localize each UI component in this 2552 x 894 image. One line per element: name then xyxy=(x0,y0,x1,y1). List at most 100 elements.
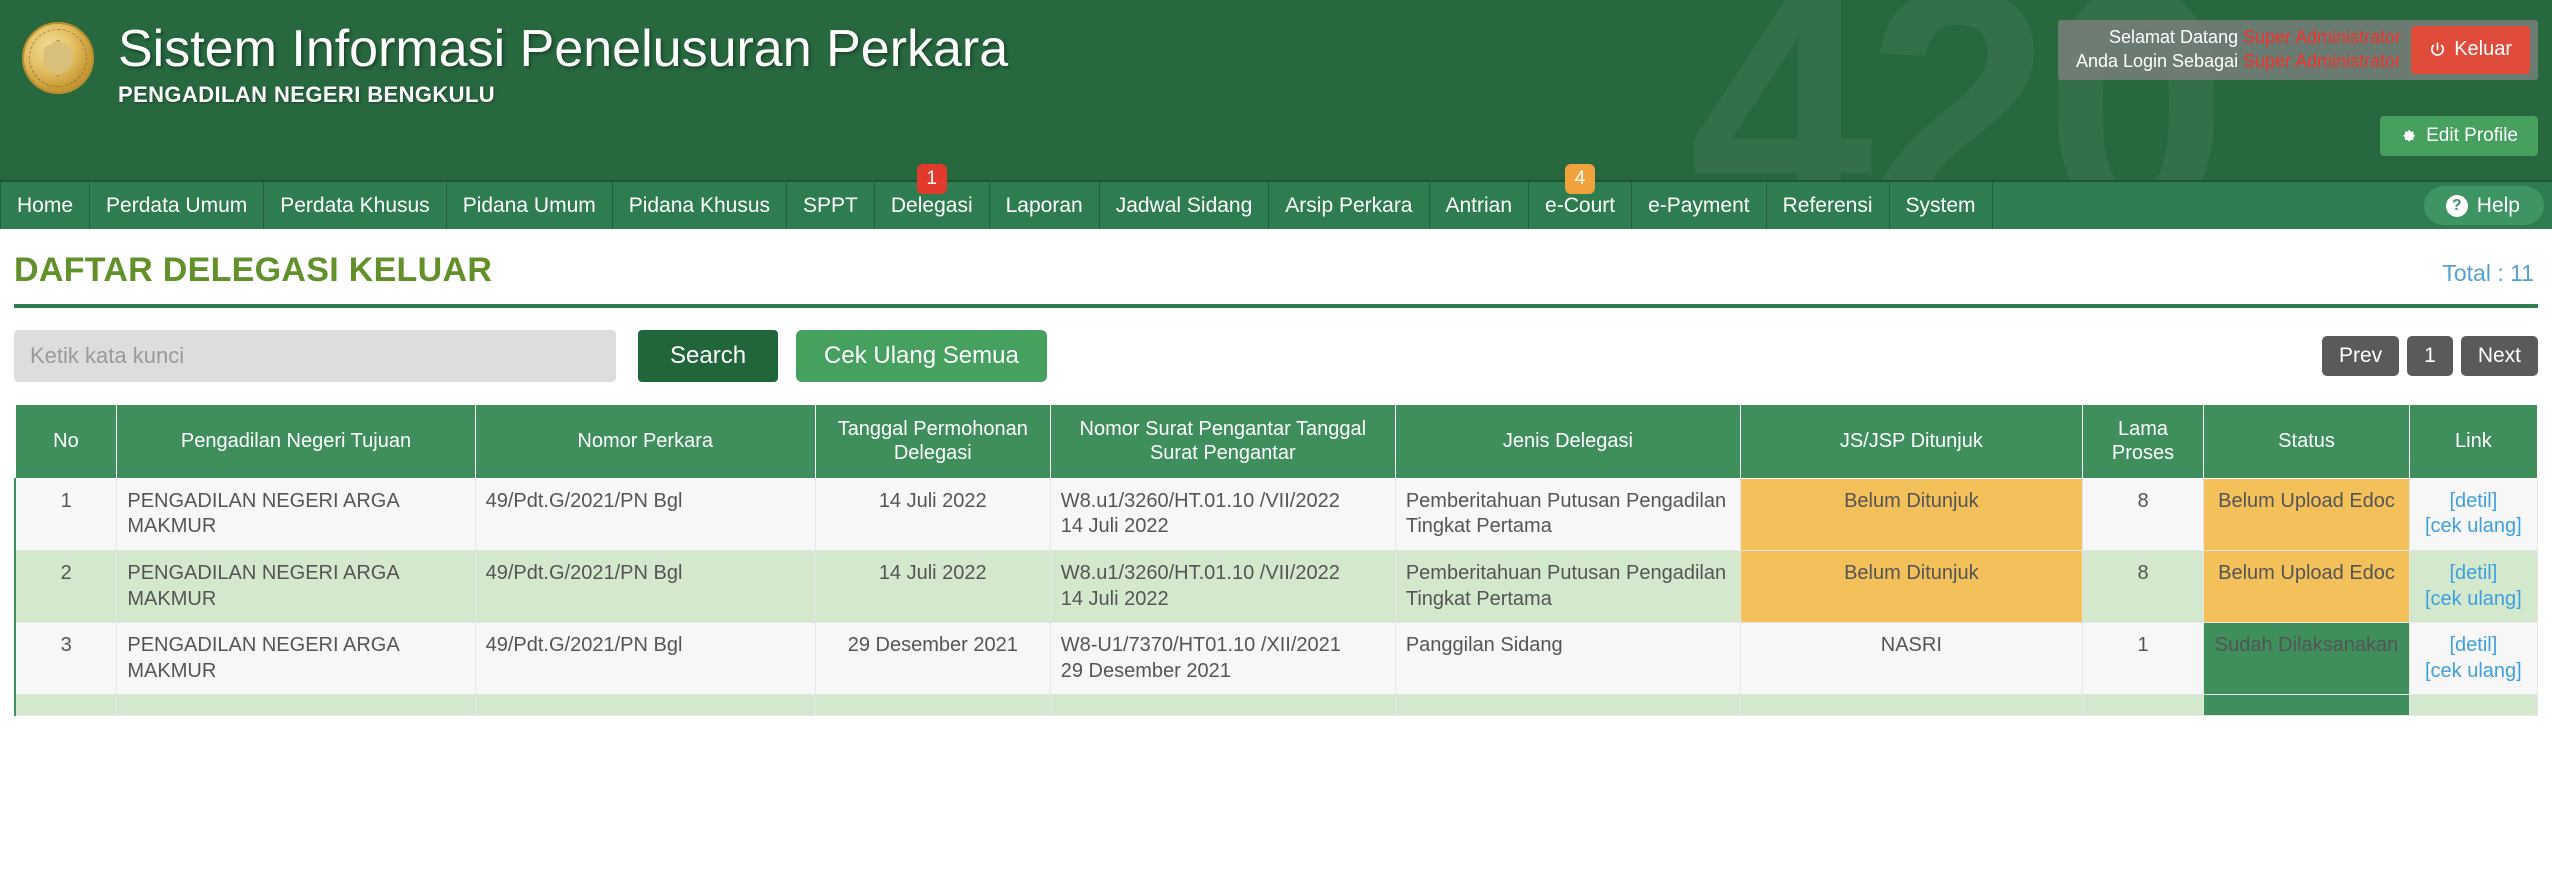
total-count: Total : 11 xyxy=(2442,260,2534,286)
cell-nomor-surat-pengantar: W8-U1/7370/HT01.10 /XII/2021 29 Desember … xyxy=(1049,622,1396,696)
edit-profile-label: Edit Profile xyxy=(2426,125,2518,146)
cell-nomor-perkara: 49/Pdt.G/2021/PN Bgl xyxy=(474,549,816,624)
welcome-username: Super Administrator xyxy=(2243,27,2402,47)
page-title: DAFTAR DELEGASI KELUAR xyxy=(14,251,493,289)
cell-tanggal-permohonan: 14 Juli 2022 xyxy=(814,477,1051,551)
cell-no xyxy=(14,694,118,717)
detil-link[interactable]: [detil] xyxy=(2420,633,2527,659)
nav-item-sppt[interactable]: SPPT xyxy=(787,182,875,229)
nav-item-perdata-umum[interactable]: Perdata Umum xyxy=(90,182,265,229)
table-header-row: No Pengadilan Negeri Tujuan Nomor Perkar… xyxy=(14,404,2539,479)
col-js-jsp-ditunjuk: JS/JSP Ditunjuk xyxy=(1739,404,2083,479)
logout-button[interactable]: Keluar xyxy=(2411,26,2530,74)
nav-item-label: Pidana Umum xyxy=(462,193,596,217)
nav-item-home[interactable]: Home xyxy=(0,182,91,229)
role-username: Super Administrator xyxy=(2243,50,2402,71)
cell-status: Belum Upload Edoc xyxy=(2203,549,2410,624)
col-pengadilan-negeri-tujuan: Pengadilan Negeri Tujuan xyxy=(116,404,476,479)
cek-ulang-link[interactable]: [cek ulang] xyxy=(2420,587,2527,613)
cell-tanggal-permohonan: 29 Desember 2021 xyxy=(814,622,1051,696)
table-row: 3 PENGADILAN NEGERI ARGA MAKMUR 49/Pdt.G/2… xyxy=(14,622,2539,696)
edit-profile-button[interactable]: Edit Profile xyxy=(2380,116,2538,156)
help-button[interactable]: ? Help xyxy=(2423,186,2544,225)
col-jenis-delegasi: Jenis Delegasi xyxy=(1394,404,1741,479)
nomor-surat-line: W8.u1/3260/HT.01.10 /VII/2022 xyxy=(1060,561,1340,584)
nav-item-arsip-perkara[interactable]: Arsip Perkara xyxy=(1269,182,1430,229)
nav-item-label: e-Court xyxy=(1545,193,1616,217)
nav-item-jadwal-sidang[interactable]: Jadwal Sidang xyxy=(1100,182,1270,229)
nav-item-delegasi[interactable]: 1 Delegasi xyxy=(875,164,990,229)
nav-item-laporan[interactable]: Laporan xyxy=(990,182,1100,229)
nav-item-label: Delegasi xyxy=(890,193,973,217)
col-tanggal-permohonan-delegasi: Tanggal Permohonan Delegasi xyxy=(814,404,1051,479)
cek-ulang-link[interactable]: [cek ulang] xyxy=(2420,659,2527,685)
nav-item-label: SPPT xyxy=(803,193,858,217)
nomor-surat-line: W8-U1/7370/HT01.10 /XII/2021 xyxy=(1060,634,1341,657)
detil-link[interactable]: [detil] xyxy=(2420,489,2527,515)
court-seal-logo xyxy=(22,22,94,94)
tanggal-surat-line: 14 Juli 2022 xyxy=(1060,515,1169,538)
cek-ulang-link[interactable]: [cek ulang] xyxy=(2420,514,2527,540)
cell-js-jsp: NASRI xyxy=(1739,622,2083,696)
nav-item-label: Perdata Khusus xyxy=(280,193,430,217)
nav-item-pidana-khusus[interactable]: Pidana Khusus xyxy=(613,182,788,229)
nav-item-label: Laporan xyxy=(1005,193,1083,217)
nav-item-label: e-Payment xyxy=(1648,193,1750,217)
next-page-button[interactable]: Next xyxy=(2460,336,2538,376)
tanggal-surat-line: 14 Juli 2022 xyxy=(1060,587,1169,610)
cell-status xyxy=(2203,694,2410,717)
cell-nomor-surat-pengantar: W8.u1/3260/HT.01.10 /VII/2022 14 Juli 202… xyxy=(1049,477,1396,551)
cell-link: [detil] [cek ulang] xyxy=(2408,622,2539,696)
cell-pengadilan: PENGADILAN NEGERI ARGA MAKMUR xyxy=(116,622,476,696)
app-title: Sistem Informasi Penelusuran Perkara xyxy=(118,20,1009,78)
nav-item-perdata-khusus[interactable]: Perdata Khusus xyxy=(264,182,447,229)
nav-item-pidana-umum[interactable]: Pidana Umum xyxy=(447,182,613,229)
prev-page-button[interactable]: Prev xyxy=(2321,336,2400,376)
detil-link[interactable]: [detil] xyxy=(2420,561,2527,587)
table-row xyxy=(14,694,2539,717)
nav-badge-delegasi: 1 xyxy=(916,164,947,194)
cell-js-jsp xyxy=(1739,694,2083,717)
nav-item-label: Pidana Khusus xyxy=(628,193,771,217)
role-label: Anda Login Sebagai xyxy=(2075,50,2239,71)
page-header: DAFTAR DELEGASI KELUAR Total : 11 xyxy=(0,229,2552,290)
cell-link xyxy=(2408,694,2539,717)
nav-item-system[interactable]: System xyxy=(1890,182,1993,229)
main-navigation: Home Perdata Umum Perdata Khusus Pidana Umu… xyxy=(0,164,2552,229)
cell-jenis-delegasi: Pemberitahuan Putusan Pengadilan Tingkat… xyxy=(1394,477,1741,551)
table-row: 2 PENGADILAN NEGERI ARGA MAKMUR 49/Pdt.G/2… xyxy=(14,549,2539,624)
cell-pengadilan xyxy=(116,694,476,717)
cell-no: 3 xyxy=(14,622,118,696)
cek-ulang-semua-button[interactable]: Cek Ulang Semua xyxy=(796,330,1047,382)
page-number-button[interactable]: 1 xyxy=(2407,336,2453,376)
gear-icon xyxy=(2400,128,2417,145)
welcome-text: Selamat Datang Super Administrator Anda … xyxy=(2076,26,2411,74)
brand: Sistem Informasi Penelusuran Perkara PEN… xyxy=(22,14,1008,108)
question-mark-icon: ? xyxy=(2445,194,2468,217)
search-button[interactable]: Search xyxy=(638,330,779,382)
table-head: No Pengadilan Negeri Tujuan Nomor Perkar… xyxy=(14,404,2539,479)
cell-tanggal-permohonan: 14 Juli 2022 xyxy=(814,549,1051,624)
cell-js-jsp: Belum Ditunjuk xyxy=(1739,477,2083,551)
app-subtitle: PENGADILAN NEGERI BENGKULU xyxy=(118,82,496,108)
col-status: Status xyxy=(2203,404,2410,479)
logout-label: Keluar xyxy=(2454,38,2512,61)
nav-item-label: System xyxy=(1905,193,1976,217)
nav-item-e-court[interactable]: 4 e-Court xyxy=(1529,164,1633,229)
cell-nomor-surat-pengantar: W8.u1/3260/HT.01.10 /VII/2022 14 Juli 202… xyxy=(1049,549,1396,624)
tanggal-surat-line: 29 Desember 2021 xyxy=(1060,659,1231,682)
cell-js-jsp: Belum Ditunjuk xyxy=(1739,549,2083,624)
cell-status: Sudah Dilaksanakan xyxy=(2203,622,2410,696)
nav-item-antrian[interactable]: Antrian xyxy=(1430,182,1530,229)
cell-jenis-delegasi xyxy=(1394,694,1741,717)
cell-lama-proses: 8 xyxy=(2081,477,2205,551)
nav-item-e-payment[interactable]: e-Payment xyxy=(1632,182,1767,229)
search-input[interactable] xyxy=(14,330,616,382)
nav-item-referensi[interactable]: Referensi xyxy=(1767,182,1890,229)
nomor-surat-line: W8.u1/3260/HT.01.10 /VII/2022 xyxy=(1060,489,1340,512)
cell-tanggal-permohonan xyxy=(814,694,1051,717)
cell-status: Belum Upload Edoc xyxy=(2203,477,2410,551)
table-body: 1 PENGADILAN NEGERI ARGA MAKMUR 49/Pdt.G/2… xyxy=(14,477,2539,717)
cell-jenis-delegasi: Pemberitahuan Putusan Pengadilan Tingkat… xyxy=(1394,549,1741,624)
